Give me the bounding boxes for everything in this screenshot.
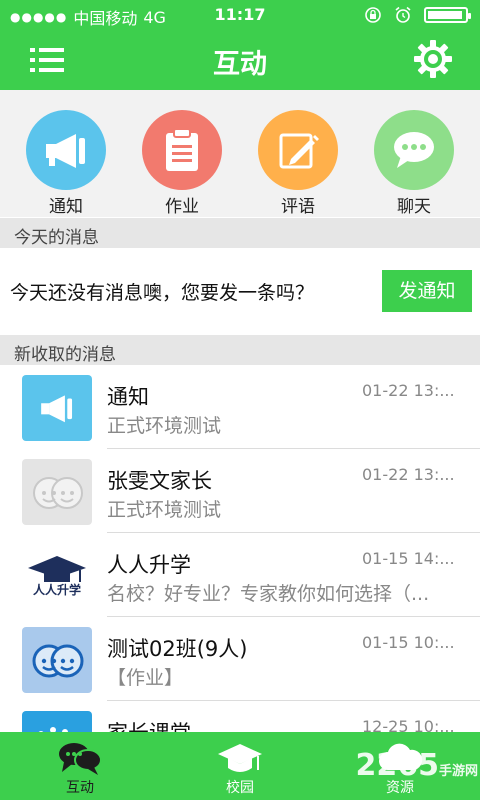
message-preview: 名校？好专业？专家教你如何选择（...: [107, 583, 430, 605]
message-time: 12-25 10:...: [362, 717, 455, 732]
send-notice-button[interactable]: 发通知: [382, 270, 472, 312]
message-row[interactable]: 家长课堂 12-25 10:...: [0, 701, 480, 732]
watermark: 2265手游网: [355, 748, 478, 783]
page-title: 互动: [213, 49, 267, 80]
today-empty-row: 今天还没有消息噢，您要发一条吗？ 发通知: [0, 248, 480, 334]
message-sender: 张雯文家长: [107, 469, 212, 493]
message-sender: 家长课堂: [107, 717, 191, 732]
watermark-sub: 手游网: [438, 764, 478, 779]
quick-label: 评语: [281, 197, 315, 217]
tab-label: 校园: [226, 780, 254, 796]
message-row[interactable]: 通知 正式环境测试 01-22 13:...: [0, 365, 480, 449]
nav-bar: 互动: [0, 30, 480, 90]
today-empty-text: 今天还没有消息噢，您要发一条吗？: [10, 282, 315, 304]
message-sender: 测试02班(9人): [107, 637, 248, 661]
message-list[interactable]: 通知 正式环境测试 01-22 13:... 张雯文家长 正式环境测试 01-2…: [0, 365, 480, 732]
message-sender: 通知: [107, 385, 149, 409]
clipboard-icon: [142, 110, 222, 190]
stars-avatar-icon: [22, 711, 92, 732]
quick-actions: 通知 作业 评语 聊天: [0, 90, 480, 217]
today-section-header: 今天的消息: [0, 218, 480, 248]
group-faces-avatar-icon: [22, 627, 92, 693]
graduation-cap-icon: [218, 744, 262, 772]
message-time: 01-22 13:...: [362, 381, 455, 400]
battery-fill: [428, 11, 462, 19]
pencil-note-icon: [258, 110, 338, 190]
quick-notice[interactable]: 通知: [26, 110, 106, 217]
message-row[interactable]: 人人升学 人人升学 名校？好专业？专家教你如何选择（... 01-15 14:.…: [0, 533, 480, 617]
graduation-logo-avatar-icon: 人人升学: [22, 543, 92, 609]
status-bar: ●●●●● 中国移动 4G 11:17: [0, 0, 480, 30]
megaphone-avatar-icon: [22, 375, 92, 441]
gear-icon[interactable]: [414, 40, 452, 78]
message-row[interactable]: 张雯文家长 正式环境测试 01-22 13:...: [0, 449, 480, 533]
message-time: 01-22 13:...: [362, 465, 455, 484]
message-preview: 正式环境测试: [107, 499, 222, 521]
rotation-lock-icon: [365, 7, 381, 23]
message-time: 01-15 10:...: [362, 633, 455, 652]
tab-campus[interactable]: 校园: [160, 732, 320, 800]
quick-chat[interactable]: 聊天: [374, 110, 454, 217]
message-sender: 人人升学: [107, 553, 191, 577]
chat-bubble-icon: [374, 110, 454, 190]
tab-label: 互动: [66, 780, 94, 796]
quick-homework[interactable]: 作业: [142, 110, 222, 217]
received-section-header: 新收取的消息: [0, 335, 480, 365]
tab-interact[interactable]: 互动: [0, 732, 160, 800]
status-right: [364, 6, 471, 24]
quick-label: 作业: [165, 197, 199, 217]
megaphone-icon: [26, 110, 106, 190]
quick-label: 通知: [49, 197, 83, 217]
message-preview: 正式环境测试: [107, 415, 222, 437]
message-row[interactable]: 测试02班(9人) 【作业】 01-15 10:...: [0, 617, 480, 701]
alarm-icon: [395, 6, 411, 23]
battery-icon: [424, 7, 471, 23]
quick-comment[interactable]: 评语: [258, 110, 338, 217]
quick-label: 聊天: [397, 197, 431, 217]
watermark-text: 2265: [355, 748, 439, 783]
logo-text: 人人升学: [33, 582, 81, 597]
message-preview: 【作业】: [107, 667, 184, 689]
chat-tab-icon: [59, 743, 102, 775]
default-faces-avatar-icon: [22, 459, 92, 525]
message-time: 01-15 14:...: [362, 549, 455, 568]
